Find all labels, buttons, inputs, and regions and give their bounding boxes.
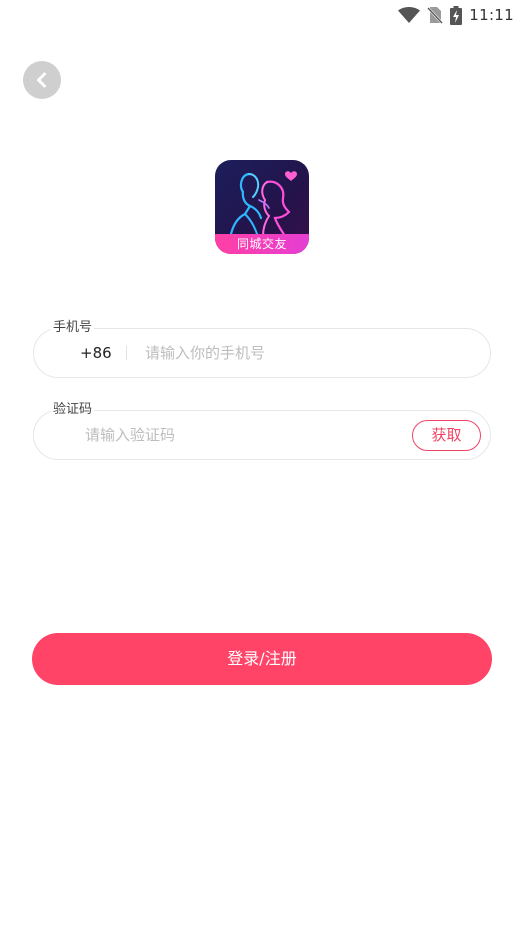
login-register-button[interactable]: 登录/注册 (32, 633, 492, 685)
logo-banner-text: 同城交友 (215, 234, 309, 254)
phone-field: 手机号 +86 (33, 319, 491, 378)
code-field: 验证码 获取 (33, 401, 491, 460)
status-icons: 11:11 (398, 5, 514, 25)
get-code-button[interactable]: 获取 (412, 420, 481, 451)
back-button[interactable] (23, 61, 61, 99)
country-code[interactable]: +86 (80, 329, 112, 377)
wifi-icon (398, 7, 421, 23)
status-bar: 11:11 (0, 0, 524, 30)
phone-input[interactable] (145, 329, 475, 377)
chevron-left-icon (37, 72, 46, 88)
no-sim-icon (427, 7, 444, 24)
code-input[interactable] (85, 411, 405, 459)
app-logo: 同城交友 (215, 160, 309, 254)
prefix-divider (126, 346, 127, 360)
clock: 11:11 (469, 6, 514, 24)
battery-charging-icon (450, 5, 463, 25)
